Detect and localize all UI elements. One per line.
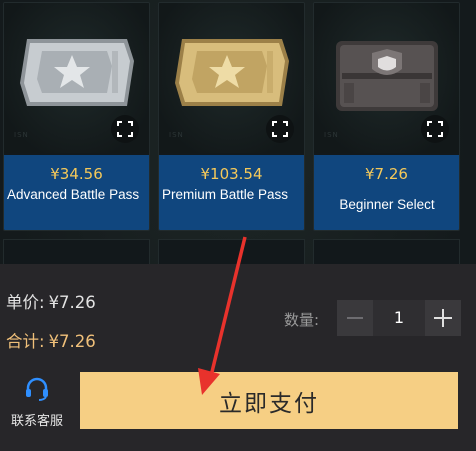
unit-price-value: ¥7.26 (48, 293, 96, 312)
total-label: 合计: (6, 332, 45, 351)
expand-button[interactable] (421, 115, 449, 143)
product-card-beginner-select[interactable]: ISN ¥7.26 Beginner Select (313, 2, 460, 231)
product-name: Premium Battle Pass (162, 187, 289, 202)
product-card-premium-battle-pass[interactable]: ISN ¥103.54 Premium Battle Pass (158, 2, 305, 231)
increase-button[interactable] (425, 300, 461, 336)
customer-service-button[interactable]: 联系客服 (4, 376, 70, 434)
gold-ticket-image (175, 39, 289, 106)
expand-button[interactable] (266, 115, 294, 143)
quantity-label: 数量: (284, 311, 320, 329)
watermark-text: ISN (14, 131, 29, 139)
crate-image (336, 41, 438, 111)
product-info: ¥103.54 Premium Battle Pass (159, 155, 304, 230)
product-price: ¥34.56 (50, 165, 103, 183)
product-card-advanced-battle-pass[interactable]: ISN ¥34.56 Advanced Battle Pass (3, 2, 150, 231)
expand-icon (427, 121, 443, 137)
silver-ticket-image (20, 39, 134, 106)
product-info: ¥34.56 Advanced Battle Pass (4, 155, 149, 230)
quantity-stepper: 1 (337, 300, 461, 336)
expand-icon (272, 121, 288, 137)
customer-service-label: 联系客服 (10, 414, 63, 429)
unit-price-label: 单价: (6, 293, 45, 312)
product-image: ISN (4, 3, 149, 153)
watermark-text: ISN (324, 131, 339, 139)
checkout-panel: 单价: ¥7.26 合计: ¥7.26 数量: 1 联系客服 立即支付 (0, 264, 476, 451)
total-value: ¥7.26 (48, 332, 96, 351)
pay-now-button[interactable]: 立即支付 (80, 372, 458, 429)
quantity-input[interactable]: 1 (373, 300, 425, 336)
shop-page: ISN ¥34.56 Advanced Battle Pass ISN ¥103… (0, 0, 476, 451)
expand-button[interactable] (111, 115, 139, 143)
product-name: Advanced Battle Pass (7, 187, 140, 202)
decrease-button[interactable] (337, 300, 373, 336)
expand-icon (117, 121, 133, 137)
minus-icon (347, 317, 363, 319)
product-name: Beginner Select (339, 197, 435, 212)
watermark-text: ISN (169, 131, 184, 139)
product-image: ISN (159, 3, 304, 153)
headset-icon (26, 377, 48, 401)
unit-price: 单价: ¥7.26 (6, 289, 96, 313)
product-price: ¥103.54 (200, 165, 263, 183)
plus-icon (434, 309, 452, 327)
product-image: ISN (314, 3, 459, 153)
product-info: ¥7.26 Beginner Select (314, 155, 459, 230)
total-price: 合计: ¥7.26 (6, 328, 96, 352)
product-price: ¥7.26 (365, 165, 408, 183)
